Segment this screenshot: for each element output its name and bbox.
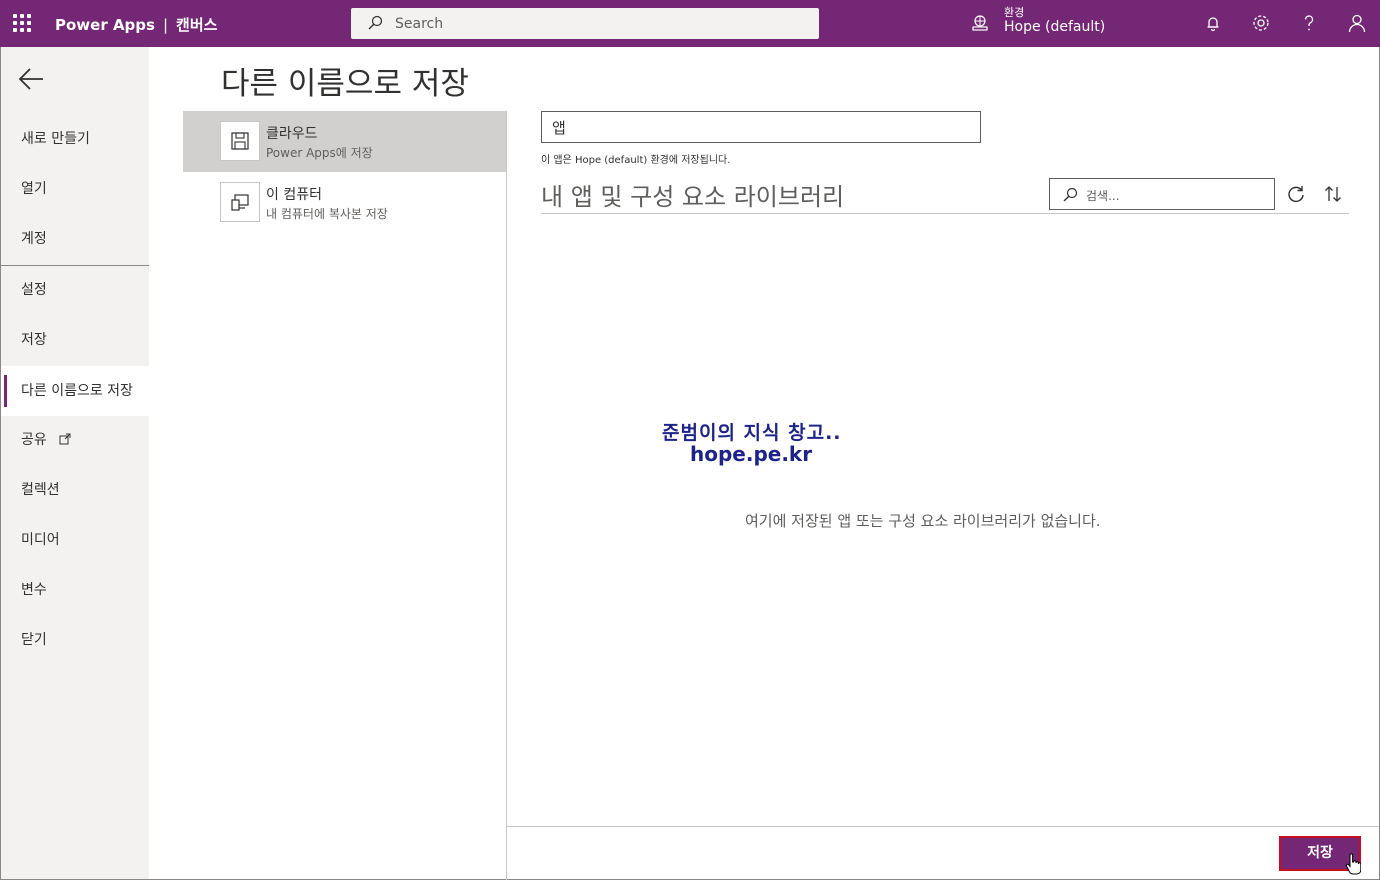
location-this-computer[interactable]: 이 컴퓨터 내 컴퓨터에 복사본 저장 (183, 172, 507, 233)
library-search-placeholder: 검색... (1086, 189, 1120, 203)
location-computer-title: 이 컴퓨터 (266, 187, 322, 203)
search-icon (1063, 187, 1078, 202)
app-name: Power Apps (55, 16, 155, 34)
empty-library-message: 여기에 저장된 앱 또는 구성 요소 라이브러리가 없습니다. (745, 512, 1101, 530)
environment-label: 환경 (1004, 6, 1025, 19)
environment-note: 이 앱은 Hope (default) 환경에 저장됩니다. (541, 155, 731, 166)
computer-icon (231, 194, 249, 211)
search-icon (368, 15, 383, 30)
app-launcher-icon[interactable] (13, 14, 31, 32)
nav-item-account[interactable]: 계정 (1, 219, 149, 259)
nav-item-variables[interactable]: 변수 (1, 570, 149, 610)
nav-item-new[interactable]: 새로 만들기 (1, 119, 149, 159)
library-search-input[interactable]: 검색... (1049, 178, 1275, 210)
help-icon[interactable] (1298, 12, 1320, 34)
floppy-disk-icon (231, 132, 249, 150)
account-icon[interactable] (1346, 12, 1368, 34)
library-title: 내 앱 및 구성 요소 라이브러리 (541, 183, 845, 211)
footer-divider (507, 826, 1379, 827)
watermark-url: hope.pe.kr (690, 442, 813, 466)
settings-gear-icon[interactable] (1250, 12, 1272, 34)
nav-item-settings[interactable]: 설정 (1, 270, 149, 310)
back-arrow-icon[interactable] (17, 67, 45, 91)
nav-item-save-as[interactable]: 다른 이름으로 저장 (1, 366, 149, 416)
nav-item-close[interactable]: 닫기 (1, 620, 149, 660)
watermark-text: 준범이의 지식 창고.. (662, 422, 842, 444)
environment-value[interactable]: Hope (default) (1004, 19, 1105, 35)
hand-cursor-icon (1345, 853, 1361, 875)
brand-separator: | (162, 16, 169, 34)
location-computer-icon-box (220, 182, 260, 222)
environment-icon[interactable] (970, 13, 990, 33)
backstage-nav: 새로 만들기 열기 계정 설정 저장 다른 이름으로 저장 공유 컬렉션 미디어… (1, 47, 149, 879)
global-search-input[interactable]: Search (351, 8, 819, 39)
location-cloud-icon-box (220, 121, 260, 161)
location-cloud[interactable]: 클라우드 Power Apps에 저장 (183, 111, 507, 172)
app-name-field[interactable]: 앱 (541, 111, 981, 143)
brand-title: Power Apps | 캔버스 (55, 14, 217, 35)
location-computer-subtitle: 내 컴퓨터에 복사본 저장 (266, 207, 388, 221)
external-link-icon (59, 433, 71, 445)
nav-item-collections[interactable]: 컬렉션 (1, 470, 149, 510)
nav-item-share-label: 공유 (21, 432, 47, 448)
sort-icon[interactable] (1323, 184, 1343, 204)
refresh-icon[interactable] (1286, 184, 1306, 204)
panel-divider (506, 111, 507, 880)
location-cloud-title: 클라우드 (266, 126, 318, 142)
nav-item-media[interactable]: 미디어 (1, 520, 149, 560)
location-cloud-subtitle: Power Apps에 저장 (266, 146, 373, 160)
library-header-divider (541, 213, 1349, 214)
app-mode: 캔버스 (176, 16, 218, 34)
nav-item-open[interactable]: 열기 (1, 169, 149, 209)
nav-item-save[interactable]: 저장 (1, 320, 149, 360)
top-bar: Power Apps | 캔버스 Search 환경 Hope (default) (0, 0, 1380, 47)
search-placeholder: Search (395, 16, 444, 32)
page-title: 다른 이름으로 저장 (221, 66, 469, 102)
nav-item-share[interactable]: 공유 (1, 420, 149, 460)
nav-divider (1, 265, 149, 266)
notification-bell-icon[interactable] (1202, 12, 1224, 34)
